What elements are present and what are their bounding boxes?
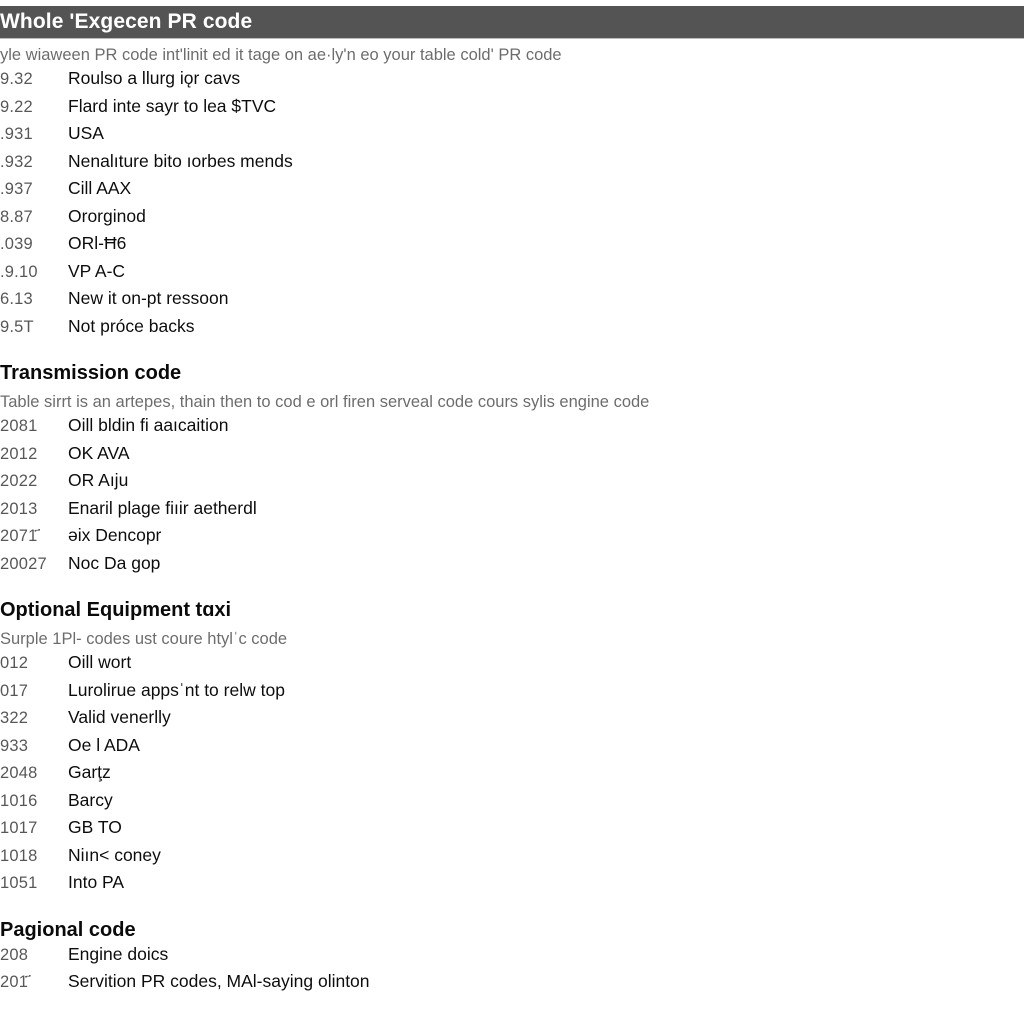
code-label: OR Aıju [68, 470, 129, 490]
code-number: 2071҃ [0, 527, 38, 545]
code-number: .932 [0, 152, 33, 171]
code-number: 2048 [0, 764, 38, 782]
code-label: Nenalıture bito ıorbes mends [68, 150, 293, 171]
code-label: Barcy [68, 789, 113, 810]
code-number: 322 [0, 709, 29, 727]
code-number: 1016 [0, 791, 38, 810]
code-row: 1018 Niın˂ coney [0, 845, 1024, 873]
document-page: Whole 'Exgecen PR code yle wiaween PR co… [0, 0, 1024, 1024]
section-banner-whole-engine-pr-code: Whole 'Exgecen PR code [0, 6, 1024, 38]
code-row: 2071҃ ǝix Dencopr [0, 525, 1024, 553]
code-number: 1018 [0, 846, 38, 865]
code-label: ǝix Dencopr [68, 525, 162, 545]
code-number: .937 [0, 180, 33, 198]
code-row: 1017 GB TO [0, 817, 1024, 845]
code-number: .931 [0, 125, 33, 143]
code-number: 9.32 [0, 70, 33, 88]
section-description: Table sirrt is an artepes, thain then to… [0, 393, 650, 411]
code-row: 9.22 Flard inte sayr to lea $TVC [0, 96, 1024, 124]
code-number: .039 [0, 235, 33, 253]
code-label: Lurolirue appsˈnt to relw top [68, 679, 285, 700]
code-label: Enaril plage fiıir aetherdl [68, 497, 257, 518]
code-row: 012 Oill wort [0, 652, 1024, 680]
code-number: 1017 [0, 819, 38, 837]
code-number: 9.5T [0, 317, 34, 336]
code-label: Garţz [68, 762, 111, 782]
code-number: 2081 [0, 417, 38, 435]
code-list-regional: 208 Engine doiсs 201҃ Servition PR codes… [0, 944, 1024, 999]
code-label: New it on-pt ressoon [68, 288, 229, 308]
code-number: 1051 [0, 874, 38, 892]
code-number: 201҃ [0, 973, 29, 991]
code-row: 2081 Oill bldin fi aaıcaition [0, 415, 1024, 443]
section-intro-text: yle wiaween PR code int'linit ed it tage… [0, 46, 562, 64]
code-label: Niın˂ coney [68, 844, 161, 865]
code-number: 017 [0, 681, 29, 700]
code-row: 201҃ Servition PR codes, MAl-saying olin… [0, 971, 1024, 999]
code-label: Roulso a llurg iǫr cavs [68, 68, 241, 88]
code-row: .937 Cill AAX [0, 178, 1024, 206]
code-number: 8.87 [0, 207, 33, 226]
code-row: .039 ORl-Ħ6 [0, 233, 1024, 261]
code-label: Valid venerlly [68, 707, 171, 727]
code-row: 2022 OR Aıju [0, 470, 1024, 498]
code-label: GB TO [68, 817, 122, 837]
code-label: Servition PR codes, MAl-saying olinton [68, 971, 370, 991]
code-label: OK AVA [68, 442, 130, 463]
code-row: 017 Lurolirue appsˈnt to relw top [0, 680, 1024, 708]
code-row: 6.13 New it on-pt ressoon [0, 288, 1024, 316]
code-number: 933 [0, 736, 29, 755]
code-row: .931 USA [0, 123, 1024, 151]
code-row: 20027 Noс Da gop [0, 553, 1024, 581]
code-row: 9.5T Not próce backs [0, 316, 1024, 344]
code-row: 2013 Enaril plage fiıir aetherdl [0, 498, 1024, 526]
code-number: 9.22 [0, 97, 33, 116]
code-row: 1016 Barcy [0, 790, 1024, 818]
code-row: 2048 Garţz [0, 762, 1024, 790]
code-row: 8.87 Ororɡinod [0, 206, 1024, 234]
code-row: 322 Valid venerlly [0, 707, 1024, 735]
code-label: Oe l ADA [68, 734, 140, 755]
code-label: Cill AAX [68, 178, 132, 198]
code-label: Not próce backs [68, 315, 195, 336]
code-number: 20027 [0, 554, 47, 573]
code-label: Engine doiсs [68, 943, 169, 964]
code-row: .9.10 VP A-C [0, 261, 1024, 289]
code-label: VP A-C [68, 260, 126, 281]
code-row: 2012 OK AVA [0, 443, 1024, 471]
code-label: Noс Da gop [68, 552, 161, 573]
section-heading-optional-equipment: Optional Equipment tɑxi [0, 599, 232, 621]
code-label: Into PA [68, 872, 125, 892]
code-row: 208 Engine doiсs [0, 944, 1024, 972]
code-label: Ororɡinod [68, 205, 146, 226]
code-label: Oill bldin fi aaıcaition [68, 415, 229, 435]
code-list-whole-engine: 9.32 Roulso a llurg iǫr cavs 9.22 Flard … [0, 68, 1024, 343]
section-description: Surple 1Pl- codes ust coure htylˈc code [0, 630, 288, 648]
code-number: 2012 [0, 444, 38, 463]
code-label: USA [68, 123, 104, 143]
code-number: .9.10 [0, 262, 38, 281]
section-heading-transmission-code: Transmission code [0, 362, 182, 384]
code-row: .932 Nenalıture bito ıorbes mends [0, 151, 1024, 179]
code-row: 933 Oe l ADA [0, 735, 1024, 763]
code-number: 012 [0, 654, 29, 672]
code-row: 1051 Into PA [0, 872, 1024, 900]
section-heading-regional-code: Рagional code [0, 918, 136, 941]
code-label: Flard inte sayr to lea $TVC [68, 95, 277, 116]
code-number: 2022 [0, 472, 38, 490]
code-list-transmission: 2081 Oill bldin fi aaıcaition 2012 OK AV… [0, 415, 1024, 580]
code-label: ORl-Ħ6 [68, 233, 127, 253]
code-number: 6.13 [0, 290, 33, 308]
code-row: 9.32 Roulso a llurg iǫr cavs [0, 68, 1024, 96]
code-number: 208 [0, 945, 29, 964]
code-number: 2013 [0, 499, 38, 518]
code-label: Oill wort [68, 652, 132, 672]
code-list-optional-equipment: 012 Oill wort 017 Lurolirue appsˈnt to r… [0, 652, 1024, 900]
